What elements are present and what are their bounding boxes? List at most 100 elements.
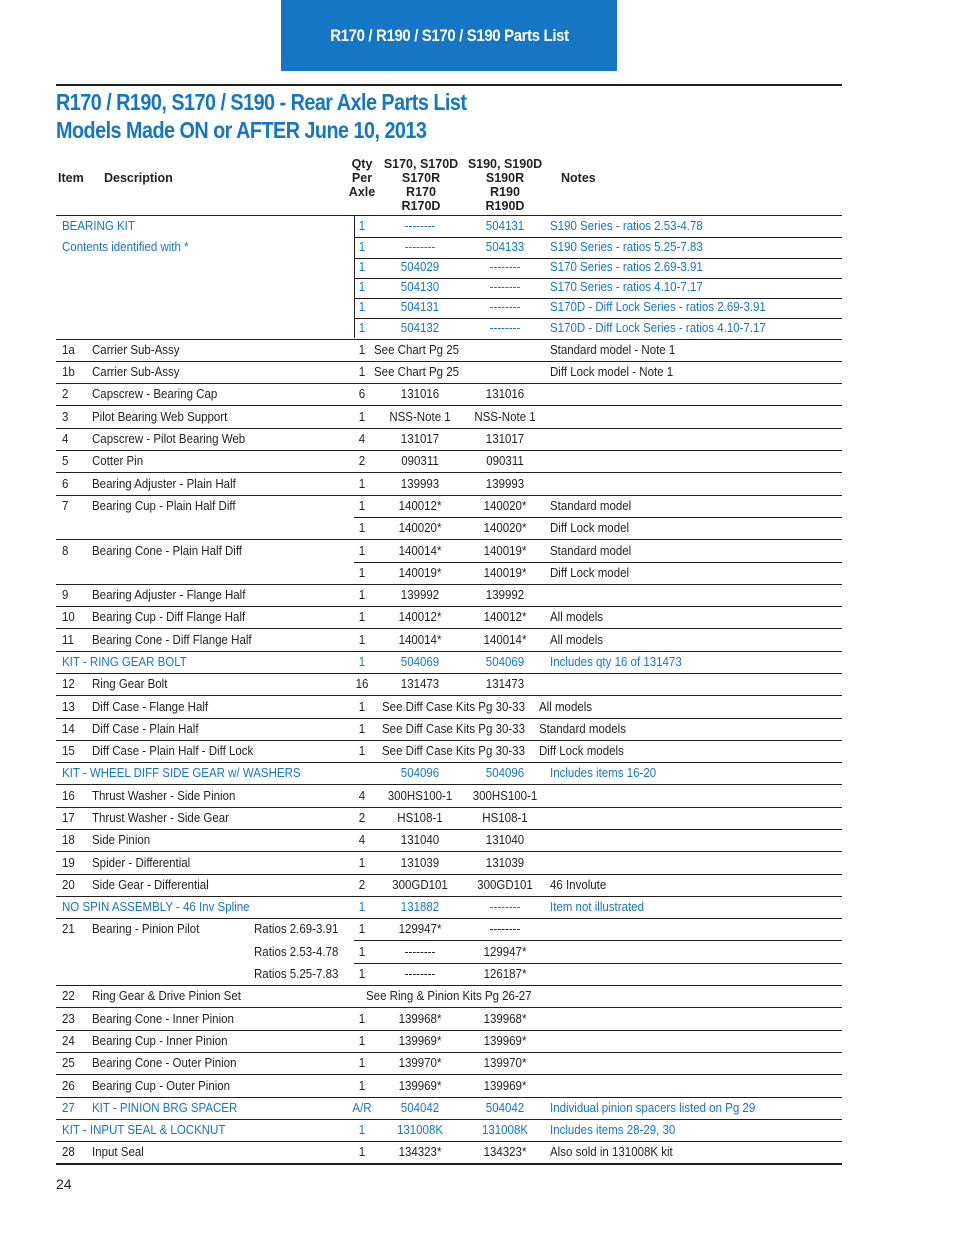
col-header-s170-line: R170D [401,199,441,213]
quantity: 1 [358,1034,366,1048]
item-number: 27 [62,1101,75,1115]
part-number-s190: 504096 [485,766,525,780]
notes: Standard model - Note 1 [550,343,676,357]
row-divider [56,1074,842,1075]
item-number: 23 [62,1012,75,1026]
part-number-s170: -------- [404,219,436,233]
part-number-s190: NSS-Note 1 [474,410,536,424]
part-number-s170: 504131 [400,300,440,314]
part-number-s190: 140014* [483,633,527,647]
item-number: 24 [62,1034,75,1048]
part-number-s170: 140014* [398,633,442,647]
item-description: Capscrew - Pilot Bearing Web [92,432,246,446]
row-divider [56,1097,842,1098]
quantity: 1 [358,477,366,491]
notes: All models [550,610,604,624]
row-divider [56,361,842,362]
col-header-s190-line: R190 [490,185,520,199]
quantity: 1 [358,655,366,669]
part-reference: See Diff Case Kits Pg 30-33 [382,722,525,736]
part-number-s170: 504069 [400,655,440,669]
notes: Item not illustrated [550,900,644,914]
quantity: 4 [358,432,366,446]
col-header-qty-line: Qty [351,157,373,171]
item-description: Bearing - Pinion Pilot [92,922,200,936]
quantity: 1 [358,744,366,758]
item-number: 22 [62,989,75,1003]
quantity: 2 [358,454,366,468]
page-subtitle: Models Made ON or AFTER June 10, 2013 [56,117,427,143]
part-number-s170: -------- [404,967,436,981]
item-description: Contents identified with * [62,240,189,254]
item-description: Ring Gear Bolt [92,677,168,691]
row-divider [354,963,842,964]
part-number-s170: 131882 [400,900,440,914]
quantity: 1 [358,922,366,936]
part-number-s170: 131473 [400,677,440,691]
quantity: 1 [358,521,366,535]
notes: Diff Lock model [550,566,630,580]
notes: Diff Lock model - Note 1 [550,365,674,379]
item-number: 28 [62,1145,75,1159]
item-number: 25 [62,1056,75,1070]
part-number-s170: 140012* [398,499,442,513]
item-description: Diff Case - Plain Half - Diff Lock [92,744,254,758]
item-description: Cotter Pin [92,454,144,468]
part-number-s190: 129947* [483,945,527,959]
item-number: 18 [62,833,75,847]
item-number: 10 [62,610,75,624]
row-divider [56,450,842,451]
item-number: 15 [62,744,75,758]
quantity: 1 [358,1056,366,1070]
row-divider [56,628,842,629]
quantity: 1 [358,280,366,294]
col-header-s190: S190, S190D S190R R190 R190D [462,157,548,213]
part-number-s170: NSS-Note 1 [389,410,451,424]
part-number-s190: -------- [489,280,521,294]
row-divider [56,1052,842,1053]
row-divider [56,1007,842,1008]
part-number-s190: -------- [489,922,521,936]
part-number-s190: 139992 [485,588,525,602]
quantity: 6 [358,387,366,401]
part-number-s170: 090311 [401,454,439,468]
section-banner: R170 / R190 / S170 / S190 Parts List [281,0,617,71]
kit-block-divider [354,215,355,338]
row-divider [56,1141,842,1142]
quantity: 1 [358,260,366,274]
part-number-s190: 139969* [483,1079,527,1093]
notes: Includes qty 16 of 131473 [550,655,682,669]
item-number: 3 [62,410,69,424]
item-description: BEARING KIT [62,219,135,233]
part-number-s170: 140020* [398,521,442,535]
part-number-s190: 139968* [483,1012,527,1026]
part-number-s190: -------- [489,260,521,274]
part-number-s170: 139968* [398,1012,442,1026]
quantity: A/R [352,1101,372,1115]
notes: 46 Involute [550,878,607,892]
item-number: 8 [62,544,69,558]
col-header-s170: S170, S170D S170R R170 R170D [378,157,464,213]
notes: S190 Series - ratios 2.53-4.78 [550,219,703,233]
part-number-s190: 131016 [485,387,525,401]
item-description: Side Gear - Differential [92,878,209,892]
col-header-qty: Qty Per Axle [344,157,380,199]
part-number-s170: 140019* [398,566,442,580]
part-number-s190: 504133 [485,240,525,254]
banner-title: R170 / R190 / S170 / S190 Parts List [329,25,569,45]
quantity: 1 [358,566,366,580]
part-number-s190: -------- [489,321,521,335]
item-description: Bearing Adjuster - Flange Half [92,588,246,602]
col-header-s190-line: S190R [485,171,525,185]
part-number-s170: 131039 [400,856,440,870]
part-number-s170: 504130 [400,280,440,294]
ratio-range: Ratios 2.53-4.78 [254,945,339,959]
row-divider [354,562,842,563]
row-divider [56,606,842,607]
col-header-notes: Notes [561,171,596,185]
part-number-s170: 140014* [398,544,442,558]
item-description: Bearing Cup - Outer Pinion [92,1079,231,1093]
item-description: Side Pinion [92,833,151,847]
item-description: Bearing Adjuster - Plain Half [92,477,236,491]
part-reference: See Chart Pg 25 [374,343,460,357]
